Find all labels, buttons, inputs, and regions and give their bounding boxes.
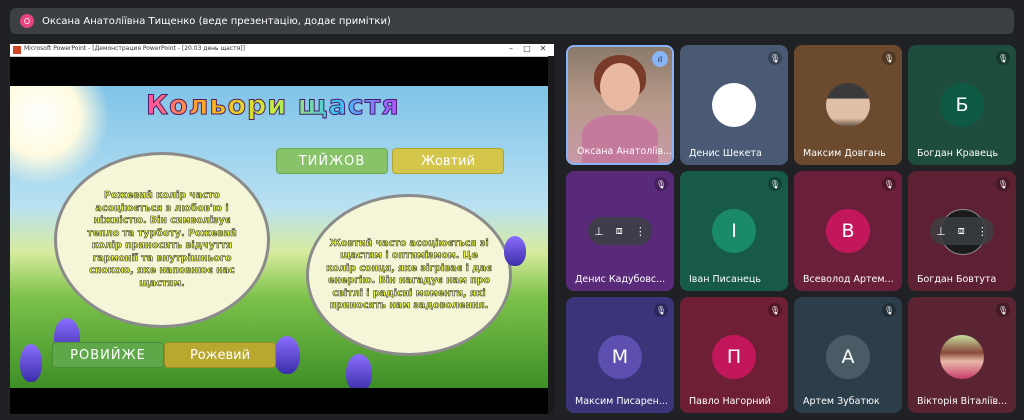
ppt-titlebar: Microsoft PowerPoint - [Демонстрация Pow… xyxy=(10,44,554,57)
participant-name: Денис Кадубовс... xyxy=(575,274,666,285)
mic-muted-icon: 🎙 xyxy=(996,303,1010,317)
scrollbar[interactable] xyxy=(548,56,554,414)
more-options-icon[interactable]: ⋮ xyxy=(635,225,646,238)
slide: Кольори щастя ТИЙЖОВ Жовтий Рожевий колі… xyxy=(10,86,548,388)
participant-name: Іван Писанець xyxy=(689,274,761,285)
word-puzzle-top: ТИЙЖОВ xyxy=(276,148,388,174)
mic-muted-icon: 🎙 xyxy=(996,177,1010,191)
participant-avatar xyxy=(940,335,984,379)
crocus-flower xyxy=(504,236,526,266)
presenter-avatar: О xyxy=(20,14,34,28)
participant-name: Денис Шекета xyxy=(689,148,762,159)
participant-name: Вікторія Віталіїв... xyxy=(917,396,1008,407)
participant-tile[interactable]: В 🎙 Всеволод Артем... xyxy=(794,171,902,291)
participant-tile[interactable]: ⊥ ⧈ ⋮ 🎙 Денис Кадубовс... xyxy=(566,171,674,291)
frame-icon[interactable]: ⧈ xyxy=(616,224,623,238)
participant-tile[interactable]: І 🎙 Іван Писанець xyxy=(680,171,788,291)
participant-tile[interactable]: 🎙 Вікторія Віталіїв... xyxy=(908,297,1016,413)
bubble-pink-text: Рожевий колір часто асоціюється з любов'… xyxy=(87,190,237,289)
mic-muted-icon: 🎙 xyxy=(996,51,1010,65)
participant-avatar: Б xyxy=(940,83,984,127)
close-button[interactable]: ✕ xyxy=(536,44,550,53)
mic-muted-icon: 🎙 xyxy=(654,177,668,191)
mic-muted-icon: 🎙 xyxy=(882,303,896,317)
participant-tile[interactable]: 🎙 Денис Шекета xyxy=(680,45,788,165)
participant-name: Оксана Анатоліїв... xyxy=(577,146,671,157)
participant-name: Павло Нагорний xyxy=(689,396,771,407)
participant-avatar: П xyxy=(712,335,756,379)
presenter-title: Оксана Анатоліївна Тищенко (веде презент… xyxy=(42,15,391,27)
presenter-bar: О Оксана Анатоліївна Тищенко (веде презе… xyxy=(10,8,1014,34)
mic-muted-icon: 🎙 xyxy=(768,51,782,65)
participant-tile[interactable]: М 🎙 Максим Писарен... xyxy=(566,297,674,413)
mic-muted-icon: 🎙 xyxy=(768,177,782,191)
participant-avatar: І xyxy=(712,209,756,253)
ppt-window-title: Microsoft PowerPoint - [Демонстрация Pow… xyxy=(24,45,245,52)
participant-tile[interactable]: ⊥ ⧈ ⋮ 🎙 Богдан Бовтута xyxy=(908,171,1016,291)
participant-tile[interactable]: П 🎙 Павло Нагорний xyxy=(680,297,788,413)
participant-name: Богдан Кравець xyxy=(917,148,999,159)
participant-tile[interactable]: ıl Оксана Анатоліїв... xyxy=(566,45,674,165)
slide-title: Кольори щастя xyxy=(146,90,400,122)
frame-icon[interactable]: ⧈ xyxy=(958,224,965,238)
mic-muted-icon: 🎙 xyxy=(882,177,896,191)
participant-tile[interactable]: Б 🎙 Богдан Кравець xyxy=(908,45,1016,165)
bubble-yellow: Жовтий часто асоціюється зі щастям і опт… xyxy=(306,194,512,356)
speaking-indicator-icon: ıl xyxy=(652,51,668,67)
bubble-pink: Рожевий колір часто асоціюється з любов'… xyxy=(54,152,270,328)
participant-name: Всеволод Артем... xyxy=(803,274,894,285)
minimize-button[interactable]: – xyxy=(504,44,518,53)
participant-name: Артем Зубатюк xyxy=(803,396,880,407)
tile-hover-controls[interactable]: ⊥ ⧈ ⋮ xyxy=(930,217,994,245)
participant-avatar xyxy=(712,83,756,127)
participant-avatar: М xyxy=(598,335,642,379)
more-options-icon[interactable]: ⋮ xyxy=(977,225,988,238)
participant-tile[interactable]: 🎙 Максим Довгань xyxy=(794,45,902,165)
mic-muted-icon: 🎙 xyxy=(768,303,782,317)
mic-muted-icon: 🎙 xyxy=(882,51,896,65)
mic-muted-icon: 🎙 xyxy=(654,303,668,317)
participant-name: Максим Довгань xyxy=(803,148,886,159)
powerpoint-icon xyxy=(13,46,21,54)
participant-name: Максим Писарен... xyxy=(575,396,668,407)
word-answer-top: Жовтий xyxy=(392,148,504,174)
participant-name: Богдан Бовтута xyxy=(917,274,997,285)
pin-icon[interactable]: ⊥ xyxy=(936,225,946,238)
crocus-flower xyxy=(346,354,372,388)
word-answer-bottom: Рожевий xyxy=(164,342,276,368)
tile-hover-controls[interactable]: ⊥ ⧈ ⋮ xyxy=(588,217,652,245)
participant-avatar: В xyxy=(826,209,870,253)
pin-icon[interactable]: ⊥ xyxy=(594,225,604,238)
crocus-flower xyxy=(20,344,42,382)
participant-avatar: А xyxy=(826,335,870,379)
bubble-yellow-text: Жовтий часто асоціюється зі щастям і опт… xyxy=(326,237,492,311)
word-puzzle-bottom: РОВИЙЖЕ xyxy=(52,342,164,368)
participant-avatar xyxy=(826,83,870,127)
participant-tile[interactable]: А 🎙 Артем Зубатюк xyxy=(794,297,902,413)
crocus-flower xyxy=(274,336,300,374)
maximize-button[interactable]: □ xyxy=(520,44,534,53)
shared-screen: Microsoft PowerPoint - [Демонстрация Pow… xyxy=(10,44,554,414)
